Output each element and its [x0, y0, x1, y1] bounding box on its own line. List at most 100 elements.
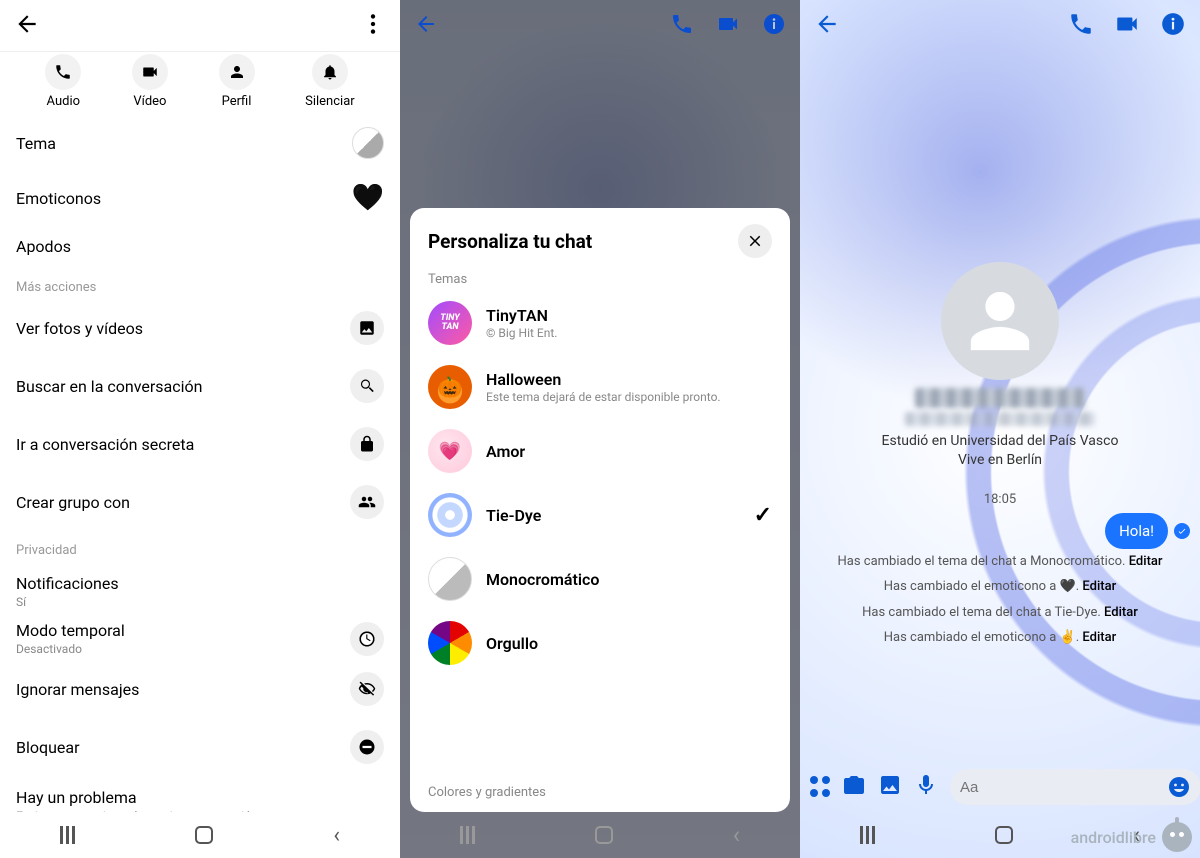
theme-swatch-icon — [352, 127, 384, 159]
audio-button[interactable]: Audio — [45, 54, 81, 109]
view-media-row[interactable]: Ver fotos y vídeos — [0, 299, 400, 357]
mute-button[interactable]: Silenciar — [305, 54, 355, 109]
settings-topbar — [0, 0, 400, 52]
theme-row[interactable]: Tema — [0, 115, 400, 171]
theme-tiedye[interactable]: Tie-Dye ✓ — [422, 483, 778, 547]
theme-label: Tema — [16, 134, 56, 153]
theme-sheet: Personaliza tu chat Temas TinyTAN© Big H… — [410, 208, 790, 812]
search-row[interactable]: Buscar en la conversación — [0, 357, 400, 415]
edit-link[interactable]: Editar — [1082, 579, 1116, 594]
ignore-label: Ignorar mensajes — [16, 680, 139, 699]
edit-link[interactable]: Editar — [1104, 605, 1138, 620]
camera-icon — [716, 12, 740, 40]
temp-sub: Desactivado — [16, 642, 125, 656]
system-message: Has cambiado el emoticono a ✌️. Editar — [800, 625, 1200, 651]
heart-icon: 🖤 — [352, 183, 384, 213]
phone-icon[interactable] — [1068, 11, 1094, 41]
image-icon — [350, 311, 384, 345]
sent-bubble[interactable]: Hola! — [1105, 513, 1168, 549]
theme-tinytan[interactable]: TinyTAN© Big Hit Ent. — [422, 291, 778, 355]
edit-link[interactable]: Editar — [1129, 554, 1163, 569]
timestamp: 18:05 — [800, 492, 1200, 507]
camera-icon[interactable] — [1114, 11, 1140, 41]
bell-icon — [312, 54, 348, 90]
camera-icon[interactable] — [842, 773, 866, 801]
system-message: Has cambiado el emoticono a 🖤. Editar — [800, 574, 1200, 600]
profile-label: Perfil — [222, 94, 252, 109]
video-button[interactable]: Vídeo — [132, 54, 168, 109]
nav-home-icon[interactable] — [195, 826, 213, 844]
robot-icon — [1162, 822, 1192, 852]
camera-icon — [132, 54, 168, 90]
block-row[interactable]: Bloquear — [0, 718, 400, 776]
nav-home-icon[interactable] — [595, 826, 613, 844]
phone-icon — [45, 54, 81, 90]
system-message: Has cambiado el tema del chat a Monocrom… — [800, 549, 1200, 575]
theme-name: Orgullo — [486, 634, 538, 653]
theme-amor[interactable]: Amor — [422, 419, 778, 483]
settings-panel: Audio Vídeo Perfil Silenciar Tema Emotic… — [0, 0, 400, 858]
profile-button[interactable]: Perfil — [219, 54, 255, 109]
notifications-label: Notificaciones — [16, 574, 119, 593]
back-icon — [414, 12, 438, 40]
nav-back-icon[interactable]: ‹ — [333, 823, 340, 848]
redacted-name — [915, 388, 1085, 408]
ignore-row[interactable]: Ignorar mensajes — [0, 660, 400, 718]
message-row: Hola! — [800, 507, 1200, 549]
notifications-row[interactable]: Notificaciones Sí — [0, 562, 400, 613]
secret-label: Ir a conversación secreta — [16, 435, 194, 454]
theme-name: Monocromático — [486, 570, 599, 589]
gallery-icon[interactable] — [878, 773, 902, 801]
theme-circle-icon — [428, 301, 472, 345]
message-input[interactable] — [960, 779, 1159, 796]
nav-home-icon[interactable] — [995, 826, 1013, 844]
close-icon[interactable] — [738, 224, 772, 258]
view-media-label: Ver fotos y vídeos — [16, 319, 143, 338]
emoticons-row[interactable]: Emoticonos 🖤 — [0, 171, 400, 225]
chat-topbar-dimmed — [400, 0, 800, 52]
nicknames-row[interactable]: Apodos — [0, 225, 400, 268]
system-message: Has cambiado el tema del chat a Tie-Dye.… — [800, 600, 1200, 626]
back-icon[interactable] — [14, 11, 40, 41]
check-icon: ✓ — [754, 503, 772, 528]
temp-mode-row[interactable]: Modo temporal Desactivado — [0, 613, 400, 660]
apps-icon[interactable] — [810, 776, 830, 798]
nav-recents-icon[interactable] — [460, 826, 475, 844]
minus-circle-icon — [350, 730, 384, 764]
theme-circle-icon — [428, 493, 472, 537]
theme-name: Tie-Dye — [486, 506, 541, 525]
bio-line-1: Estudió en Universidad del País Vasco — [882, 433, 1119, 449]
theme-halloween[interactable]: HalloweenEste tema dejará de estar dispo… — [422, 355, 778, 419]
watermark-text: androidlibre — [1071, 828, 1156, 847]
theme-mono[interactable]: Monocromático — [422, 547, 778, 611]
phone-icon — [670, 12, 694, 40]
edit-link[interactable]: Editar — [1082, 630, 1116, 645]
secret-row[interactable]: Ir a conversación secreta — [0, 415, 400, 473]
nav-recents-icon[interactable] — [60, 826, 75, 844]
chat-topbar — [800, 0, 1200, 52]
timer-icon — [350, 622, 384, 656]
block-label: Bloquear — [16, 738, 80, 757]
info-icon[interactable] — [1160, 11, 1186, 41]
group-label: Crear grupo con — [16, 493, 130, 512]
back-icon[interactable] — [814, 11, 840, 41]
mic-icon[interactable] — [914, 773, 938, 801]
avatar[interactable] — [941, 262, 1059, 380]
more-icon[interactable] — [360, 11, 386, 41]
profile-block: Estudió en Universidad del País VascoViv… — [800, 262, 1200, 470]
nick-label: Apodos — [16, 237, 71, 256]
emoticons-label: Emoticonos — [16, 189, 101, 208]
group-row[interactable]: Crear grupo con — [0, 473, 400, 531]
video-label: Vídeo — [133, 94, 166, 109]
theme-name: Amor — [486, 442, 525, 461]
eye-off-icon — [350, 672, 384, 706]
chat-panel: Estudió en Universidad del País VascoViv… — [800, 0, 1200, 858]
group-icon — [350, 485, 384, 519]
nav-back-icon[interactable]: ‹ — [733, 821, 740, 849]
emoji-icon[interactable] — [1167, 775, 1191, 799]
nav-recents-icon[interactable] — [860, 826, 875, 844]
theme-orgullo[interactable]: Orgullo — [422, 611, 778, 675]
problem-label: Hay un problema — [16, 788, 258, 807]
theme-circle-icon — [428, 365, 472, 409]
privacy-header: Privacidad — [0, 531, 400, 562]
